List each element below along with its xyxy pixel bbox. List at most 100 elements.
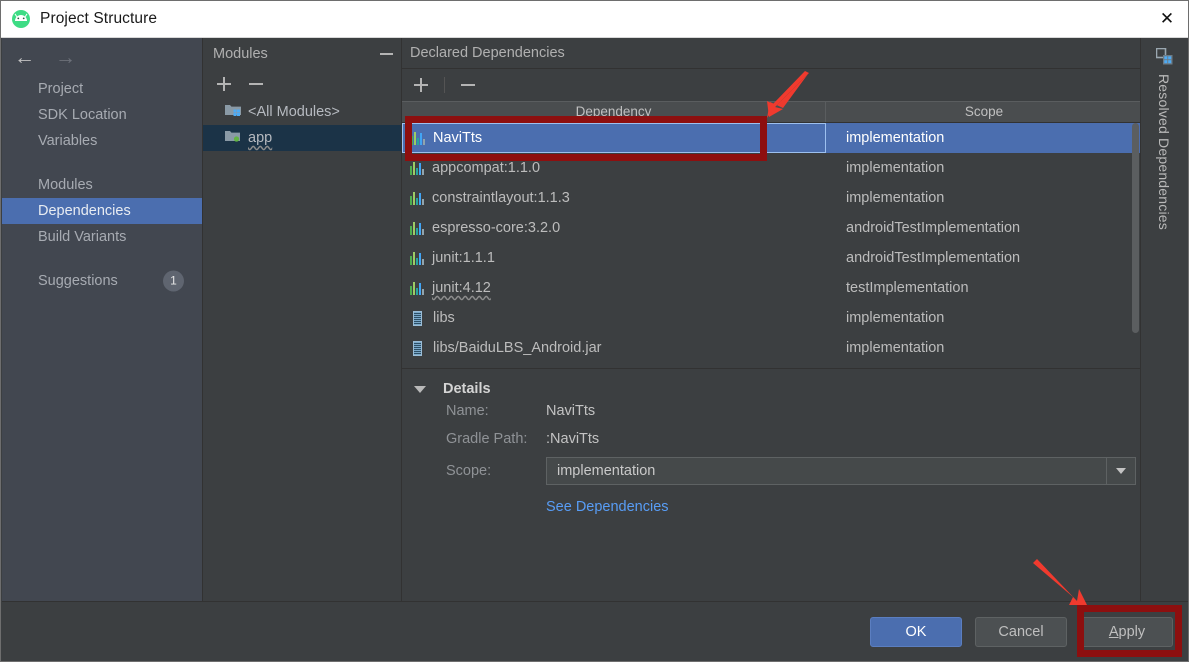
details-header[interactable]: Details <box>402 381 1142 397</box>
modules-panel-title: Modules <box>213 45 268 62</box>
dependency-cell: appcompat:1.1.0 <box>402 160 826 176</box>
library-icon <box>410 221 424 235</box>
scope-cell: androidTestImplementation <box>846 250 1021 266</box>
modules-folder-icon <box>225 103 241 121</box>
sidebar-item-build-variants[interactable]: Build Variants <box>2 224 202 250</box>
see-dependencies-link[interactable]: See Dependencies <box>402 489 669 515</box>
sidebar-item-suggestions[interactable]: Suggestions 1 <box>2 268 202 294</box>
library-icon <box>410 251 424 265</box>
sidebar-item-variables[interactable]: Variables <box>2 128 202 154</box>
modules-toolbar <box>203 69 401 99</box>
sidebar-item-dependencies[interactable]: Dependencies <box>2 198 202 224</box>
declared-dependencies-header: Declared Dependencies <box>402 38 1142 69</box>
name-label: Name: <box>446 403 489 419</box>
library-icon <box>410 191 424 205</box>
declared-dependencies-panel: Declared Dependencies Dependency Scope N… <box>402 38 1142 603</box>
name-value: NaviTts <box>546 403 596 419</box>
table-row[interactable]: appcompat:1.1.0 implementation <box>402 153 1142 183</box>
module-row-all-modules[interactable]: <All Modules> <box>203 99 401 125</box>
dependency-name: constraintlayout:1.1.3 <box>432 190 570 206</box>
dependency-name: appcompat:1.1.0 <box>432 160 541 176</box>
dependency-name: junit:1.1.1 <box>432 250 495 266</box>
project-structure-dialog: Project Structure ✕ ← → Project SDK Loca… <box>0 0 1189 662</box>
chevron-down-icon[interactable] <box>1106 458 1135 484</box>
scope-cell: implementation <box>846 190 945 206</box>
column-header-scope[interactable]: Scope <box>826 102 1142 122</box>
app-module-icon <box>225 129 241 147</box>
details-scope-field: Scope: implementation <box>402 453 1142 489</box>
scope-cell: implementation <box>846 310 945 326</box>
remove-dependency-icon[interactable] <box>461 78 475 92</box>
dependency-cell: NaviTts <box>402 123 826 153</box>
gradle-path-value: :NaviTts <box>546 431 600 447</box>
column-header-dependency[interactable]: Dependency <box>402 102 826 122</box>
details-section: Details Name: NaviTts Gradle Path: :Navi… <box>402 369 1142 515</box>
dependency-name: NaviTts <box>433 130 483 146</box>
dependency-name: libs/BaiduLBS_Android.jar <box>433 340 602 356</box>
add-module-icon[interactable] <box>217 77 231 91</box>
scope-cell: testImplementation <box>846 280 969 296</box>
table-row[interactable]: junit:1.1.1 androidTestImplementation <box>402 243 1142 273</box>
back-arrow-icon[interactable]: ← <box>14 47 35 68</box>
dependency-name: junit:4.12 <box>432 280 491 296</box>
sidebar-item-modules[interactable]: Modules <box>2 172 202 198</box>
remove-module-icon[interactable] <box>249 77 263 91</box>
jar-icon <box>413 340 422 356</box>
modules-panel: Modules <All Modules> app <box>203 38 402 603</box>
table-row[interactable]: espresso-core:3.2.0 androidTestImplement… <box>402 213 1142 243</box>
ok-button[interactable]: OK <box>870 617 962 647</box>
dependencies-toolbar <box>402 69 1142 101</box>
scope-cell: implementation <box>846 130 945 146</box>
cancel-button[interactable]: Cancel <box>975 617 1067 647</box>
close-icon[interactable]: ✕ <box>1144 1 1188 37</box>
resolved-dependencies-label: Resolved Dependencies <box>1156 74 1172 230</box>
modules-icon <box>1155 47 1173 65</box>
scope-dropdown[interactable]: implementation <box>546 457 1136 485</box>
dependencies-table-header: Dependency Scope <box>402 101 1142 123</box>
add-dependency-icon[interactable] <box>414 78 428 92</box>
apply-label-rest: pply <box>1118 624 1146 640</box>
chevron-down-icon[interactable] <box>414 385 426 393</box>
dependency-name: espresso-core:3.2.0 <box>432 220 561 236</box>
scope-cell: implementation <box>846 160 945 176</box>
suggestions-badge: 1 <box>163 270 184 292</box>
dependencies-scrollbar[interactable] <box>1132 123 1139 333</box>
sidebar-item-sdk-location[interactable]: SDK Location <box>2 102 202 128</box>
forward-arrow-icon[interactable]: → <box>55 47 76 68</box>
scope-cell: implementation <box>846 340 945 356</box>
table-row[interactable]: libs implementation <box>402 303 1142 333</box>
library-icon <box>410 281 424 295</box>
sidebar-divider-1 <box>2 154 202 172</box>
dependency-cell: libs/BaiduLBS_Android.jar <box>402 340 826 356</box>
dialog-footer: OK Cancel Apply <box>2 601 1188 660</box>
dependency-cell: junit:1.1.1 <box>402 250 826 266</box>
gradle-path-label: Gradle Path: <box>446 431 528 447</box>
dependency-name: libs <box>433 310 455 326</box>
scope-cell: androidTestImplementation <box>846 220 1021 236</box>
apply-button[interactable]: Apply <box>1081 617 1173 647</box>
apply-mnemonic: A <box>1108 624 1119 640</box>
sidebar-divider-2 <box>2 250 202 268</box>
details-title-label: Details <box>443 381 491 397</box>
window-title: Project Structure <box>40 10 158 27</box>
scope-dropdown-value: implementation <box>557 463 656 479</box>
collapse-icon[interactable] <box>380 52 393 55</box>
module-label: app <box>248 130 273 146</box>
table-row[interactable]: libs/BaiduLBS_Android.jar implementation <box>402 333 1142 363</box>
dependency-cell: libs <box>402 310 826 326</box>
dependency-cell: junit:4.12 <box>402 280 826 296</box>
scope-label: Scope: <box>446 463 492 479</box>
titlebar: Project Structure ✕ <box>1 1 1188 38</box>
dependency-cell: constraintlayout:1.1.3 <box>402 190 826 206</box>
dependencies-table-body: NaviTts implementation appcompat:1.1.0 i… <box>402 123 1142 368</box>
toolbar-separator <box>444 77 445 93</box>
sidebar: ← → Project SDK Location Variables Modul… <box>2 38 203 603</box>
table-row[interactable]: constraintlayout:1.1.3 implementation <box>402 183 1142 213</box>
modules-panel-header: Modules <box>203 38 401 69</box>
resolved-dependencies-tab[interactable]: Resolved Dependencies <box>1140 38 1187 603</box>
sidebar-item-project[interactable]: Project <box>2 76 202 102</box>
table-row[interactable]: NaviTts implementation <box>402 123 1142 153</box>
module-row-app[interactable]: app <box>203 125 401 151</box>
sidebar-item-label: Suggestions <box>38 273 118 289</box>
table-row[interactable]: junit:4.12 testImplementation <box>402 273 1142 303</box>
